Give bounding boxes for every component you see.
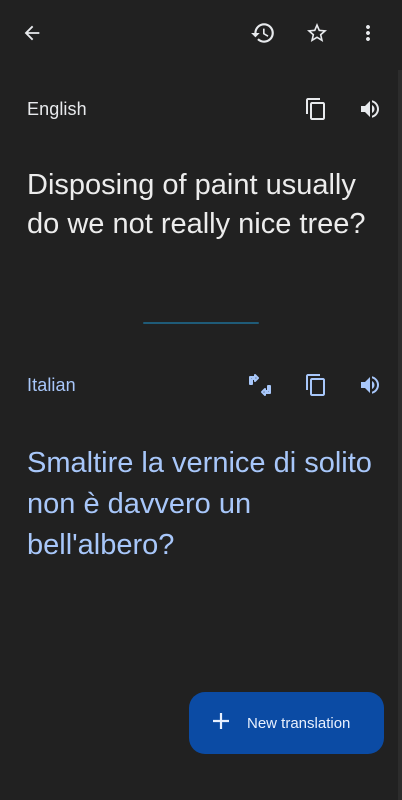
- history-button[interactable]: [243, 13, 283, 53]
- source-speak-button[interactable]: [350, 89, 390, 129]
- arrow-back-icon: [21, 22, 43, 44]
- copy-icon: [304, 97, 328, 121]
- source-language-label[interactable]: English: [27, 99, 87, 120]
- star-outline-icon: [305, 21, 329, 45]
- more-options-button[interactable]: [348, 13, 388, 53]
- volume-icon: [358, 97, 382, 121]
- favorite-button[interactable]: [297, 13, 337, 53]
- back-button[interactable]: [12, 13, 52, 53]
- source-text[interactable]: Disposing of paint usually do we not rea…: [27, 166, 377, 244]
- source-copy-button[interactable]: [296, 89, 336, 129]
- new-translation-button[interactable]: New translation: [189, 692, 384, 754]
- copy-icon: [304, 373, 328, 397]
- section-divider: [143, 322, 259, 324]
- history-icon: [250, 20, 276, 46]
- translate-alternatives-icon: [245, 370, 275, 400]
- target-speak-button[interactable]: [350, 365, 390, 405]
- more-vert-icon: [356, 21, 380, 45]
- target-language-label[interactable]: Italian: [27, 375, 76, 396]
- volume-icon: [358, 373, 382, 397]
- scroll-edge: [398, 70, 402, 800]
- plus-icon: [211, 711, 231, 736]
- new-translation-label: New translation: [247, 714, 351, 732]
- target-copy-button[interactable]: [296, 365, 336, 405]
- alternatives-button[interactable]: [240, 365, 280, 405]
- translated-text[interactable]: Smaltire la vernice di solito non è davv…: [27, 443, 377, 566]
- translation-screen: English Disposing of paint usually do we…: [0, 0, 402, 800]
